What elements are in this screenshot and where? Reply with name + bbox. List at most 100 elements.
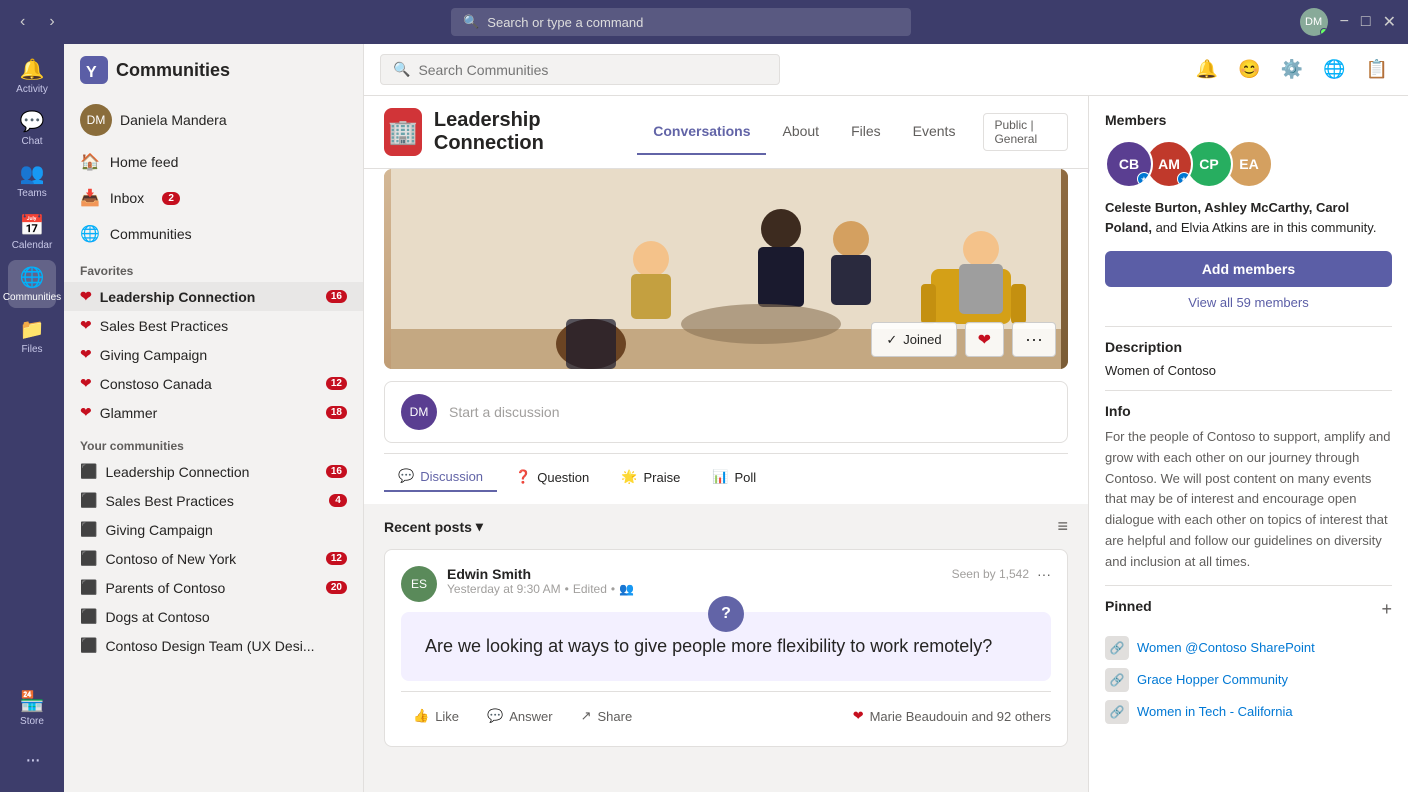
comm-item-3[interactable]: ⬛ Contoso of New York 12 — [64, 544, 363, 573]
search-bar[interactable]: 🔍 — [380, 54, 780, 85]
fav-item-sales[interactable]: ❤ Sales Best Practices — [64, 311, 363, 340]
comm-label-5: Dogs at Contoso — [105, 609, 209, 625]
comm-item-2[interactable]: ⬛ Giving Campaign — [64, 515, 363, 544]
divider-2 — [1105, 585, 1392, 586]
comm-item-4[interactable]: ⬛ Parents of Contoso 20 — [64, 573, 363, 602]
tab-files[interactable]: Files — [835, 109, 897, 155]
pinned-item-2[interactable]: 🔗 Women in Tech - California — [1105, 696, 1392, 728]
tab-events[interactable]: Events — [897, 109, 972, 155]
pinned-item-1[interactable]: 🔗 Grace Hopper Community — [1105, 664, 1392, 696]
community-tabs: Conversations About Files Events — [637, 109, 971, 155]
discussion-type-label: Discussion — [420, 469, 483, 484]
poll-type-btn[interactable]: 📊 Poll — [698, 462, 770, 492]
heart-icon-2: ❤ — [80, 346, 92, 363]
globe-icon[interactable]: 🌐 — [1319, 55, 1349, 84]
comm-item-0[interactable]: ⬛ Leadership Connection 16 — [64, 457, 363, 486]
community-main: 🏢 Leadership Connection Conversations Ab… — [364, 96, 1088, 792]
description-title: Description — [1105, 339, 1392, 355]
feed: Recent posts ▾ ≡ ES Edwin Smith — [364, 504, 1088, 792]
close-button[interactable]: ✕ — [1383, 12, 1396, 32]
discussion-input[interactable]: DM Start a discussion — [384, 381, 1068, 443]
maximize-button[interactable]: □ — [1361, 13, 1371, 31]
title-search[interactable]: 🔍 Search or type a command — [451, 8, 911, 36]
title-bar: ‹ › 🔍 Search or type a command DM − □ ✕ — [0, 0, 1408, 44]
sidebar-item-calendar[interactable]: 📅 Calendar — [8, 208, 56, 256]
comm-icon-6: ⬛ — [80, 637, 97, 654]
inbox-item[interactable]: 📥 Inbox 2 — [64, 180, 363, 216]
search-input[interactable] — [418, 62, 767, 78]
fav-item-leadership[interactable]: ❤ Leadership Connection 16 — [64, 282, 363, 311]
activity-icon: 🔔 — [20, 57, 45, 82]
comm-label-6: Contoso Design Team (UX Desi... — [105, 638, 314, 654]
settings-icon[interactable]: ⚙️ — [1277, 55, 1307, 84]
add-members-button[interactable]: Add members — [1105, 251, 1392, 287]
comm-item-5[interactable]: ⬛ Dogs at Contoso — [64, 602, 363, 631]
home-feed-label: Home feed — [110, 154, 178, 170]
members-text: Celeste Burton, Ashley McCarthy, Carol P… — [1105, 198, 1392, 237]
filter-icon[interactable]: ≡ — [1057, 516, 1068, 537]
sidebar-item-files[interactable]: 📁 Files — [8, 312, 56, 360]
discussion-type-btn[interactable]: 💬 Discussion — [384, 462, 497, 492]
back-button[interactable]: ‹ — [12, 9, 33, 35]
sidebar-item-store[interactable]: 🏪 Store — [8, 684, 56, 732]
heart-icon-banner: ❤ — [978, 330, 991, 350]
pinned-text-1: Grace Hopper Community — [1137, 672, 1288, 687]
share-icon: ↗ — [581, 708, 592, 724]
like-action-btn[interactable]: 👍 Like — [401, 702, 471, 730]
fav-item-contoso[interactable]: ❤ Constoso Canada 12 — [64, 369, 363, 398]
view-all-link[interactable]: View all 59 members — [1105, 295, 1392, 310]
pinned-item-0[interactable]: 🔗 Women @Contoso SharePoint — [1105, 632, 1392, 664]
joined-button[interactable]: ✓ Joined — [871, 322, 956, 357]
activity-label: Activity — [16, 84, 48, 95]
fav-item-giving[interactable]: ❤ Giving Campaign — [64, 340, 363, 369]
title-bar-right: DM − □ ✕ — [1300, 8, 1396, 36]
your-communities-header: Your communities — [64, 427, 363, 457]
fav-item-glammer[interactable]: ❤ Glammer 18 — [64, 398, 363, 427]
like-button[interactable]: ❤ — [965, 322, 1004, 357]
minimize-button[interactable]: − — [1340, 13, 1349, 31]
comm-item-6[interactable]: ⬛ Contoso Design Team (UX Desi... — [64, 631, 363, 660]
emoji-icon[interactable]: 😊 — [1234, 55, 1264, 84]
comm-item-1[interactable]: ⬛ Sales Best Practices 4 — [64, 486, 363, 515]
more-button[interactable]: ··· — [1012, 322, 1056, 357]
praise-icon: 🌟 — [621, 469, 637, 485]
svg-text:Y: Y — [86, 64, 97, 81]
community-name: Leadership Connection — [434, 109, 609, 155]
question-badge-0: ? — [708, 596, 744, 632]
communities-nav-item[interactable]: 🌐 Communities — [64, 216, 363, 252]
poll-type-label: Poll — [735, 470, 757, 485]
fav-label-3: Constoso Canada — [100, 376, 212, 392]
forward-button[interactable]: › — [41, 9, 62, 35]
clipboard-icon[interactable]: 📋 — [1362, 55, 1392, 84]
recent-posts-btn[interactable]: Recent posts ▾ — [384, 518, 483, 535]
sidebar-item-communities[interactable]: 🌐 Communities — [8, 260, 56, 308]
communities-icon: 🌐 — [20, 265, 45, 290]
praise-type-btn[interactable]: 🌟 Praise — [607, 462, 694, 492]
user-row[interactable]: DM Daniela Mandera — [64, 96, 363, 144]
comm-icon-3: ⬛ — [80, 550, 97, 567]
answer-action-btn[interactable]: 💬 Answer — [475, 702, 565, 730]
chat-icon: 💬 — [20, 109, 45, 134]
sidebar-item-activity[interactable]: 🔔 Activity — [8, 52, 56, 100]
comm-badge-1: 4 — [329, 494, 347, 507]
inbox-label: Inbox — [110, 190, 144, 206]
communities-nav-label: Communities — [110, 226, 192, 242]
praise-type-label: Praise — [643, 470, 680, 485]
tab-about[interactable]: About — [766, 109, 835, 155]
home-feed-item[interactable]: 🏠 Home feed — [64, 144, 363, 180]
question-type-btn[interactable]: ❓ Question — [501, 462, 603, 492]
comm-label-4: Parents of Contoso — [105, 580, 225, 596]
comm-label-2: Giving Campaign — [105, 522, 212, 538]
share-action-btn[interactable]: ↗ Share — [569, 702, 645, 730]
sidebar-item-more[interactable]: ··· — [8, 736, 56, 784]
post-more-btn[interactable]: ··· — [1037, 566, 1051, 582]
pinned-text-2: Women in Tech - California — [1137, 704, 1293, 719]
user-initials: DM — [87, 113, 106, 127]
sidebar-item-chat[interactable]: 💬 Chat — [8, 104, 56, 152]
tab-conversations[interactable]: Conversations — [637, 109, 766, 155]
notifications-icon[interactable]: 🔔 — [1192, 55, 1222, 84]
sidebar-item-teams[interactable]: 👥 Teams — [8, 156, 56, 204]
pinned-add-icon[interactable]: + — [1381, 599, 1392, 620]
post-area: DM Start a discussion 💬 Discussion ❓ Que… — [364, 381, 1088, 504]
inbox-icon: 📥 — [80, 188, 100, 208]
